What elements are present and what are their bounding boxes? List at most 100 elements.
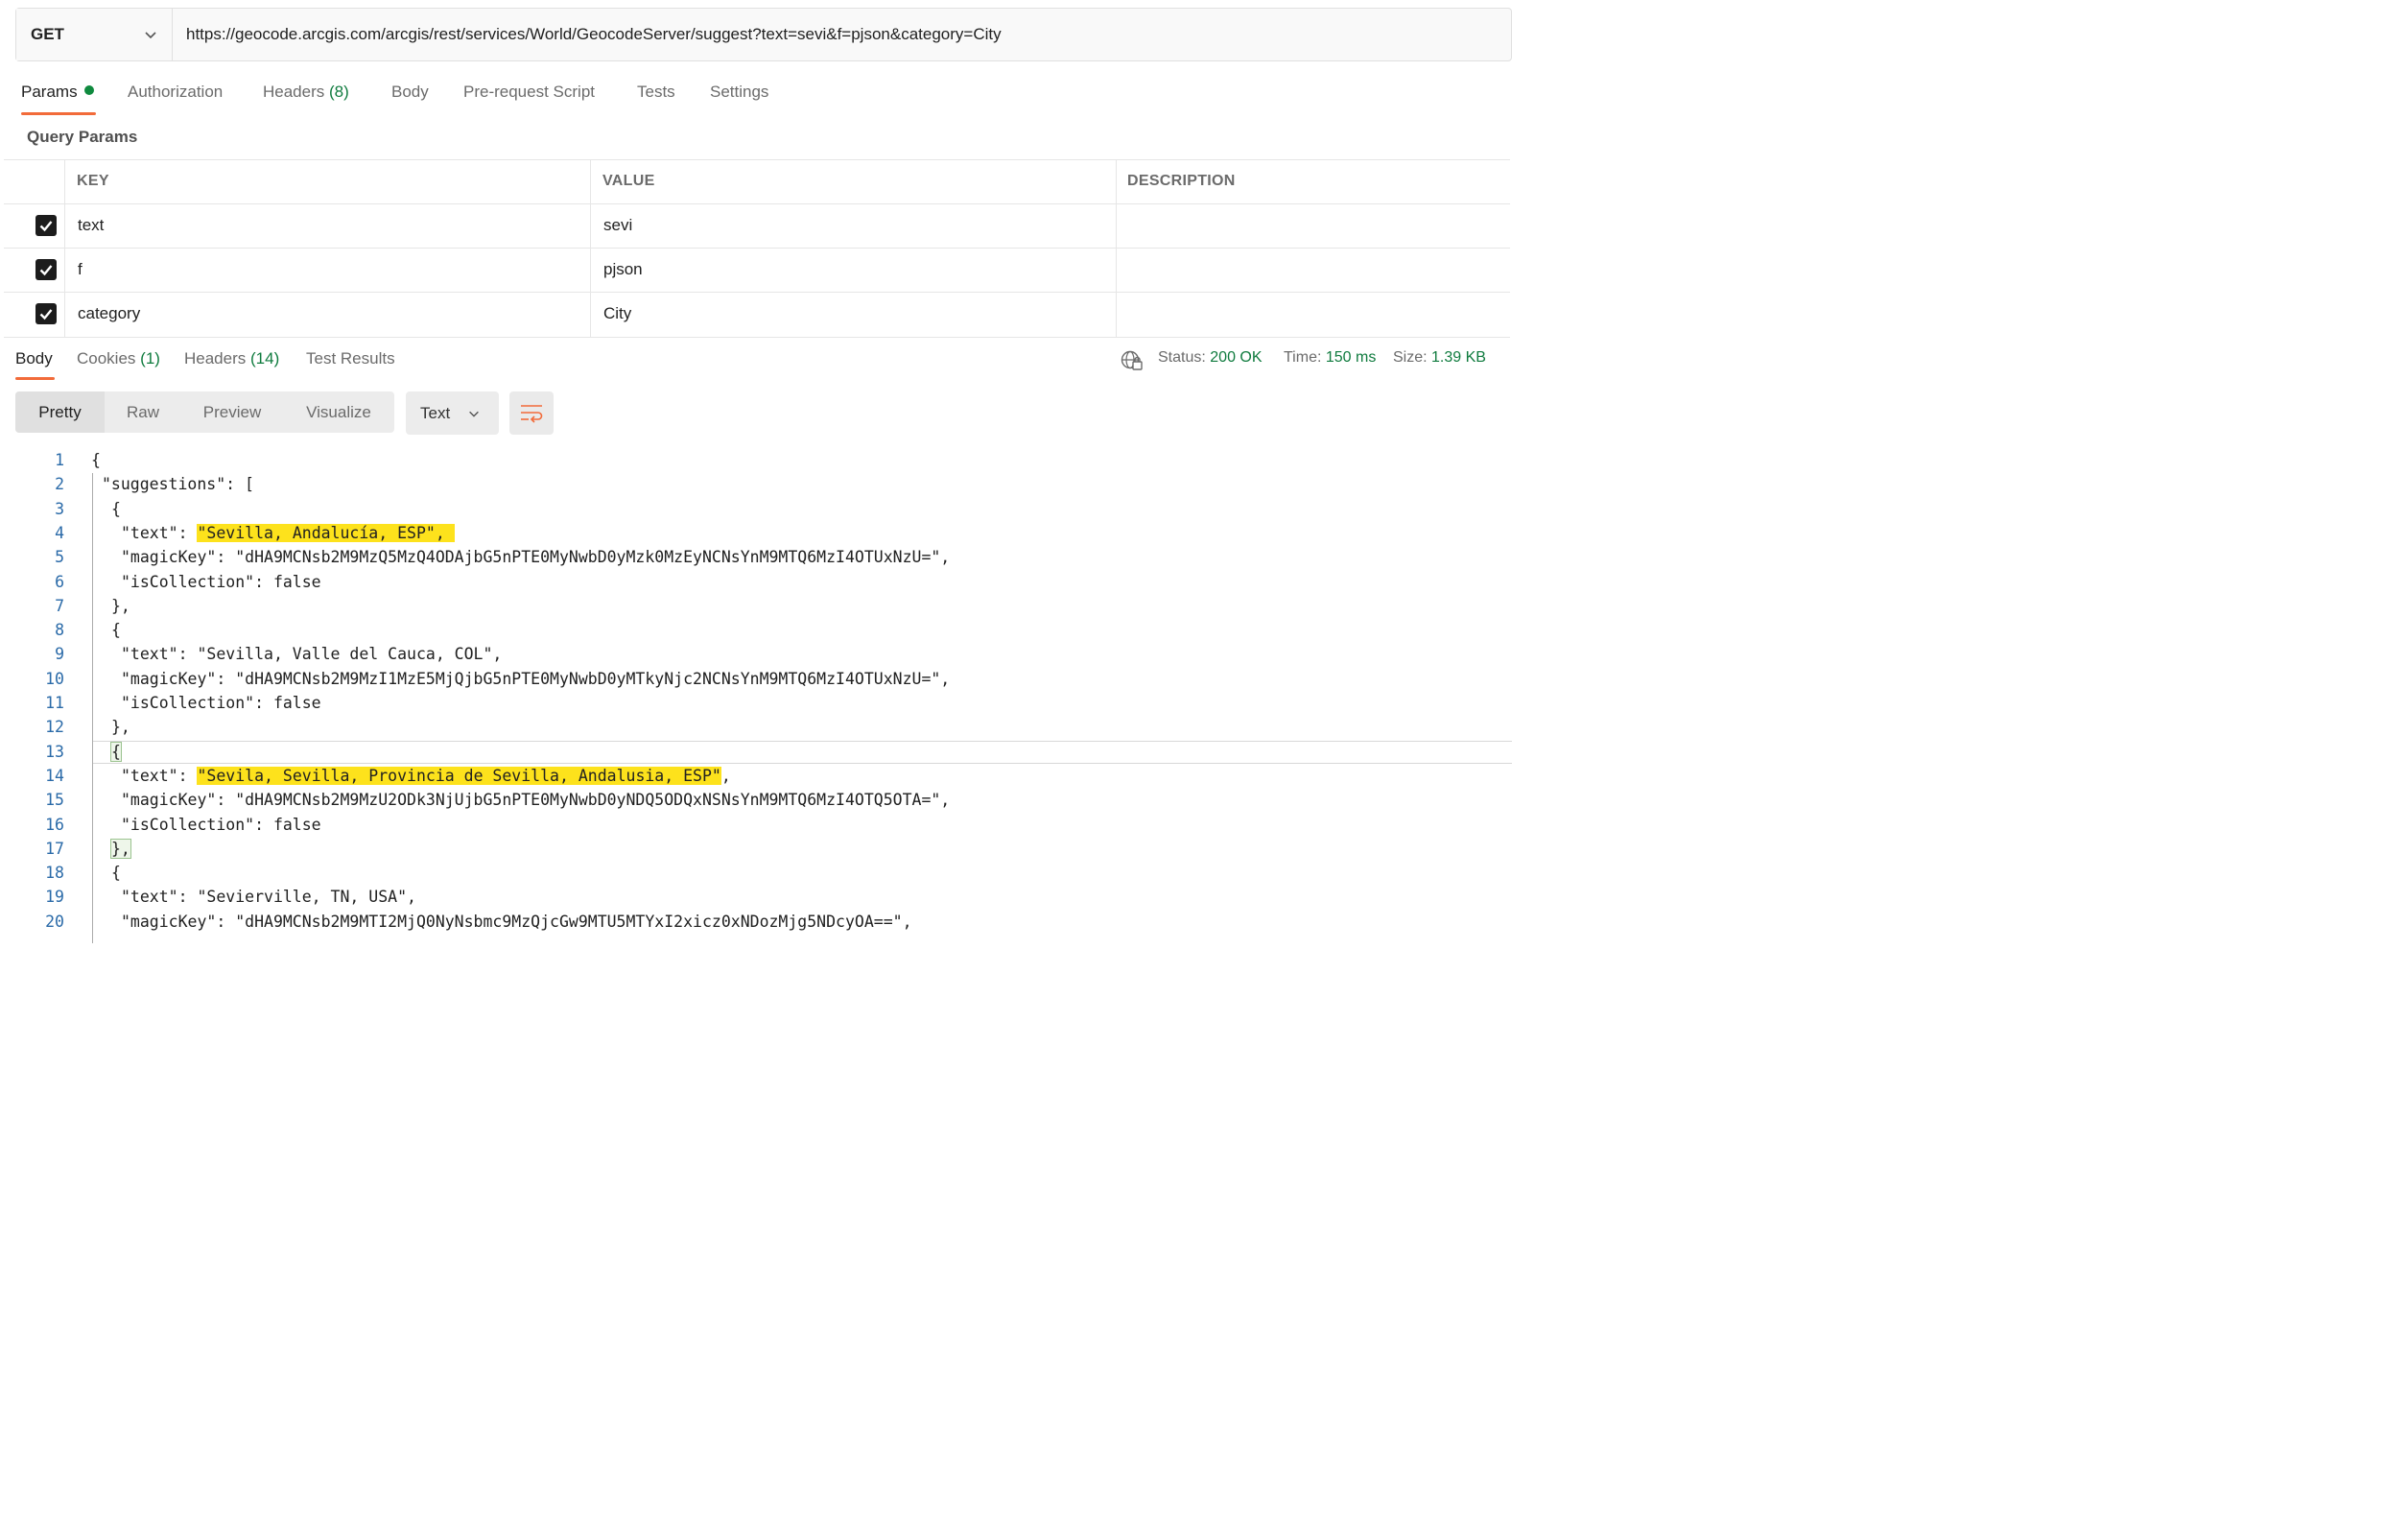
method-select[interactable]: GET [16, 9, 173, 60]
code-text: "magicKey": "dHA9MCNsb2M9MzQ5MzQ4ODAjbG5… [121, 548, 951, 567]
param-key[interactable]: f [78, 260, 83, 279]
code-text: "text": "Sevierville, TN, USA", [121, 888, 416, 907]
view-preview-button[interactable]: Preview [181, 391, 283, 433]
tab-label: Headers [184, 349, 247, 368]
code-line: 20 "magicKey": "dHA9MCNsb2M9MTI2MjQ0NyNsb… [0, 911, 1504, 935]
response-status: Status: 200 OK [1158, 349, 1263, 367]
code-line: 10 "magicKey": "dHA9MCNsb2M9MzI1MzE5MjQjb… [0, 668, 1504, 692]
query-params-title: Query Params [27, 128, 138, 146]
checkmark-icon [39, 221, 53, 232]
line-number: 7 [55, 596, 64, 615]
code-text: }, [111, 596, 130, 615]
request-bar: GET https://geocode.arcgis.com/arcgis/re… [15, 8, 1512, 61]
line-number: 13 [45, 742, 64, 761]
code-line: 7}, [0, 595, 1504, 619]
code-text: { [110, 741, 122, 762]
line-number: 12 [45, 718, 64, 737]
tab-label: Cookies [77, 349, 136, 368]
time-value[interactable]: 150 ms [1326, 349, 1376, 366]
response-tab-cookies[interactable]: Cookies (1) [77, 349, 160, 368]
tab-settings[interactable]: Settings [710, 83, 768, 102]
tab-headers[interactable]: Headers (8) [263, 83, 349, 102]
line-number: 15 [45, 791, 64, 810]
tab-label: Test Results [306, 349, 395, 368]
param-key[interactable]: text [78, 216, 104, 235]
line-number: 5 [55, 548, 64, 567]
response-tab-headers[interactable]: Headers (14) [184, 349, 279, 368]
param-enabled-checkbox[interactable] [35, 303, 57, 324]
tab-tests[interactable]: Tests [637, 83, 675, 102]
code-text: { [91, 451, 101, 469]
active-params-dot-icon [83, 85, 94, 95]
checkmark-icon [39, 265, 53, 276]
status-label: Status: [1158, 349, 1206, 366]
url-input[interactable]: https://geocode.arcgis.com/arcgis/rest/s… [186, 25, 1002, 44]
code-text: "suggestions": [ [102, 475, 254, 494]
tab-body[interactable]: Body [391, 83, 429, 102]
method-label: GET [31, 25, 64, 43]
code-line: 4 "text": "Sevilla, Andalucía, ESP", [0, 522, 1504, 546]
tab-pre-request-script[interactable]: Pre-request Script [463, 83, 595, 102]
line-number: 14 [45, 766, 64, 785]
table-border [4, 337, 1510, 338]
code-text: { [111, 621, 121, 640]
code-line: 14 "text": "Sevila, Sevilla, Provincia de… [0, 765, 1504, 789]
code-text: }, [111, 718, 130, 737]
tab-label: Authorization [128, 83, 224, 101]
param-value[interactable]: City [603, 304, 631, 323]
globe-lock-icon[interactable] [1121, 350, 1144, 371]
code-line: 9 "text": "Sevilla, Valle del Cauca, COL"… [0, 643, 1504, 667]
code-text: }, [110, 838, 131, 859]
code-punctuation: , [720, 766, 731, 785]
response-time: Time: 150 ms [1284, 349, 1376, 367]
view-mode-selector: Pretty Raw Preview Visualize [15, 391, 394, 433]
size-label: Size: [1393, 349, 1428, 366]
tab-label: Pre-request Script [463, 83, 595, 101]
tab-count: (1) [140, 349, 160, 368]
active-tab-underline [21, 112, 96, 115]
table-border [4, 292, 1510, 293]
param-key[interactable]: category [78, 304, 140, 323]
table-border [4, 159, 1510, 160]
tab-label: Tests [637, 83, 675, 101]
code-text: "isCollection": false [121, 694, 321, 712]
param-enabled-checkbox[interactable] [35, 259, 57, 280]
line-number: 8 [55, 621, 64, 640]
code-line: 11 "isCollection": false [0, 692, 1504, 716]
code-line: 15 "magicKey": "dHA9MCNsb2M9MzU2ODk3NjUjb… [0, 789, 1504, 813]
time-label: Time: [1284, 349, 1322, 366]
response-tab-test-results[interactable]: Test Results [306, 349, 395, 368]
status-value[interactable]: 200 OK [1210, 349, 1262, 366]
code-line: 19 "text": "Sevierville, TN, USA", [0, 886, 1504, 910]
line-number: 20 [45, 912, 64, 931]
table-border [4, 248, 1510, 249]
line-number: 18 [45, 864, 64, 883]
code-text: "text": "Sevilla, Andalucía, ESP", [121, 523, 455, 542]
query-params-table: KEY VALUE DESCRIPTION text sevi f pjson … [4, 159, 1510, 338]
view-visualize-button[interactable]: Visualize [283, 391, 394, 433]
tab-authorization[interactable]: Authorization [128, 83, 223, 102]
format-select[interactable]: Text [406, 391, 499, 435]
response-tab-body[interactable]: Body [15, 349, 53, 368]
view-raw-button[interactable]: Raw [105, 391, 181, 433]
param-enabled-checkbox[interactable] [35, 215, 57, 236]
param-value[interactable]: sevi [603, 216, 632, 235]
line-number: 16 [45, 815, 64, 834]
tab-params[interactable]: Params [21, 83, 94, 102]
tab-label: Settings [710, 83, 769, 101]
code-line: 6 "isCollection": false [0, 571, 1504, 595]
view-pretty-button[interactable]: Pretty [15, 391, 105, 433]
code-text: "magicKey": "dHA9MCNsb2M9MzU2ODk3NjUjbG5… [121, 791, 951, 810]
tab-label: Body [15, 349, 53, 368]
line-number: 4 [55, 523, 64, 542]
size-value[interactable]: 1.39 KB [1431, 349, 1486, 366]
active-response-tab-underline [15, 377, 55, 380]
code-line: 17}, [0, 838, 1504, 862]
code-text: "isCollection": false [121, 815, 321, 834]
tab-label: Headers [263, 83, 325, 101]
code-line: 12}, [0, 716, 1504, 740]
code-key: "text": [121, 766, 198, 785]
wrap-lines-button[interactable] [509, 391, 554, 435]
highlighted-value: "Sevilla, Andalucía, ESP", [197, 523, 455, 542]
param-value[interactable]: pjson [603, 260, 643, 279]
